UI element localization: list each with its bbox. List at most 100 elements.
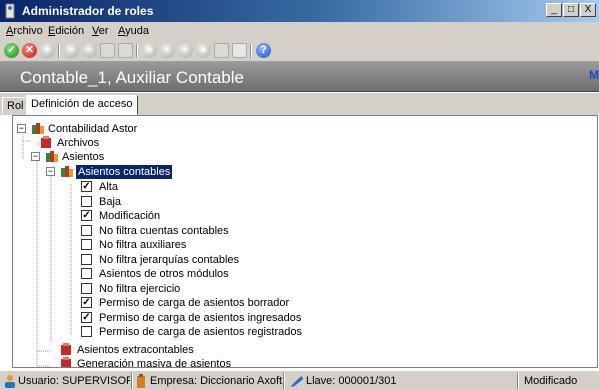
company-icon [137,374,145,388]
toolbar: ✓ ✕ + − − « ‹ › » ? [0,40,599,62]
key-icon [291,376,303,387]
permission-label: Asientos de otros módulos [99,268,229,280]
permission-item[interactable]: ✓ Alta [81,180,341,194]
tree-label-selected: Asientos contables [76,165,173,179]
access-tree: − Contabilidad Astor Archivos − Asientos… [12,115,598,368]
status-estado: Modificado [524,375,578,387]
minimize-button[interactable]: _ [546,3,562,17]
permission-label: No filtra ejercicio [99,283,181,295]
permission-item[interactable]: ✓ Modificación [81,209,341,223]
permission-item[interactable]: No filtra auxiliares [81,238,341,252]
tree-node-root[interactable]: − Contabilidad Astor [17,122,217,136]
copy-icon[interactable] [100,43,115,58]
tab-strip: Rol Definición de acceso [0,93,599,115]
tree-node-asientos-contables[interactable]: − Asientos contables [46,165,246,179]
cancel-icon[interactable]: ✕ [22,43,37,58]
box-icon[interactable] [214,43,229,58]
red-books-icon [61,343,71,355]
tree-node-asientos[interactable]: − Asientos [31,150,231,164]
permission-label: No filtra auxiliares [99,239,187,251]
permission-item[interactable]: ✓ Permiso de carga de asientos ingresado… [81,311,341,325]
close-button[interactable]: X [580,3,596,17]
first-icon[interactable]: « [142,43,157,58]
permission-item[interactable]: Baja [81,195,341,209]
menu-ayuda[interactable]: Ayuda [118,25,149,37]
permission-label: Alta [99,181,118,193]
tree-node-asientos-extracontables[interactable]: Asientos extracontables [51,343,271,357]
permission-item[interactable]: No filtra ejercicio [81,282,341,296]
menu-edicion[interactable]: Edición [48,25,84,37]
tab-definicion-de-acceso[interactable]: Definición de acceso [26,95,138,115]
role-header: Contable_1, Auxiliar Contable M [0,62,599,92]
tree-node-generacion-masiva[interactable]: Generación masiva de asientos [51,357,311,368]
status-empresa: Empresa: Diccionario Axoft [150,375,283,387]
books-icon [61,166,73,177]
accept-icon[interactable]: ✓ [4,43,19,58]
status-separator [283,373,285,389]
red-books-icon [61,357,71,367]
permission-label: Modificación [99,210,161,222]
tree-label: Contabilidad Astor [48,123,138,135]
checkbox[interactable] [81,283,92,294]
status-usuario: Usuario: SUPERVISOR [18,375,130,387]
status-separator [517,373,519,389]
permission-item[interactable]: Permiso de carga de asientos registrados [81,325,341,339]
permission-item[interactable]: ✓ Permiso de carga de asientos borrador [81,296,341,310]
checkbox[interactable]: ✓ [81,181,92,192]
checkbox[interactable]: ✓ [81,297,92,308]
app-icon [5,3,15,19]
checkbox[interactable] [81,326,92,337]
toolbar-separator [58,44,60,58]
maximize-button[interactable]: □ [563,3,579,17]
window-title: Administrador de roles [22,4,154,18]
permission-item[interactable]: No filtra jerarquías contables [81,253,341,267]
role-title: Contable_1, Auxiliar Contable [20,68,244,87]
status-bar: Usuario: SUPERVISOR Empresa: Diccionario… [0,370,599,390]
menu-bar: Archivo Edición Ver Ayuda [0,22,599,40]
last-icon[interactable]: » [196,43,211,58]
permission-label: Permiso de carga de asientos ingresados [99,312,302,324]
checkbox[interactable] [81,268,92,279]
tab-rol[interactable]: Rol [2,97,29,115]
menu-archivo[interactable]: Archivo [6,25,43,37]
remove-icon[interactable]: − [64,43,79,58]
books-icon [46,151,58,162]
red-books-icon [41,136,51,148]
next-icon[interactable]: › [178,43,193,58]
permission-label: Baja [99,196,122,208]
toolbar-separator [250,44,252,58]
checkbox[interactable] [81,225,92,236]
tree-label: Asientos [62,151,105,163]
toolbar-separator [136,44,138,58]
tree-label: Generación masiva de asientos [77,358,232,368]
permission-label: No filtra cuentas contables [99,225,229,237]
add-icon[interactable]: + [40,43,55,58]
checkbox[interactable] [81,196,92,207]
permission-label: Permiso de carga de asientos registrados [99,326,302,338]
permission-label: Permiso de carga de asientos borrador [99,297,290,309]
permission-label: No filtra jerarquías contables [99,254,240,266]
checkbox[interactable]: ✓ [81,312,92,323]
previous-icon[interactable]: ‹ [160,43,175,58]
corner-logo-icon: M [589,68,599,82]
help-icon[interactable]: ? [256,43,271,58]
menu-ver[interactable]: Ver [92,25,109,37]
checkbox[interactable] [81,254,92,265]
collapse-icon[interactable]: − [31,152,40,161]
status-separator [131,373,133,389]
sort-icon[interactable] [232,43,247,58]
checkbox[interactable]: ✓ [81,210,92,221]
minus-icon[interactable]: − [82,43,97,58]
tree-label: Asientos extracontables [77,344,194,356]
document-icon[interactable] [118,43,133,58]
books-icon [32,123,44,134]
tree-label: Archivos [57,137,100,149]
collapse-icon[interactable]: − [46,167,55,176]
permission-item[interactable]: Asientos de otros módulos [81,267,341,281]
checkbox[interactable] [81,239,92,250]
tree-node-archivos[interactable]: Archivos [33,136,233,150]
collapse-icon[interactable]: − [17,124,26,133]
status-llave: Llave: 000001/301 [306,375,397,387]
permission-item[interactable]: No filtra cuentas contables [81,224,341,238]
title-bar: Administrador de roles _ □ X [0,0,599,22]
